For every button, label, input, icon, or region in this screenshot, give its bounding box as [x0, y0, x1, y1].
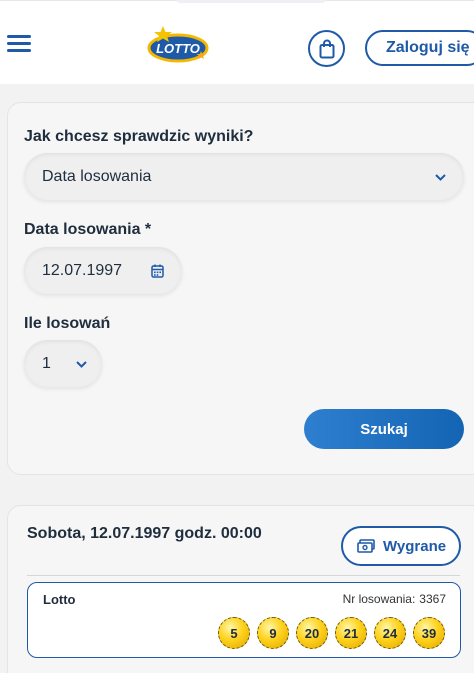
number-ball: 5 [218, 617, 250, 649]
method-select-value: Data losowania [42, 167, 152, 185]
date-input[interactable]: 12.07.1997 [24, 247, 182, 294]
draw-number-value: 3367 [419, 592, 446, 606]
number-ball: 24 [374, 617, 406, 649]
top-bar: LOTTO Zaloguj się [0, 0, 474, 84]
calendar-icon[interactable] [151, 264, 164, 278]
banknote-icon [357, 539, 375, 553]
login-button[interactable]: Zaloguj się [365, 30, 474, 66]
draw-date: Sobota, 12.07.1997 godz. 00:00 [27, 525, 262, 542]
date-input-value: 12.07.1997 [42, 261, 123, 279]
chevron-down-icon [76, 361, 87, 368]
number-ball: 21 [335, 617, 367, 649]
chevron-down-icon [435, 174, 446, 181]
divider [27, 575, 460, 576]
method-label: Jak chcesz sprawdzic wyniki? [24, 128, 254, 145]
drawn-numbers: 5 9 20 21 24 39 [218, 617, 445, 649]
date-label: Data losowania * [24, 221, 152, 238]
wins-button[interactable]: Wygrane [341, 526, 461, 566]
basket-button[interactable] [308, 30, 345, 67]
number-ball: 20 [296, 617, 328, 649]
lotto-logo-icon: LOTTO [147, 26, 209, 63]
search-button[interactable]: Szukaj [304, 409, 464, 449]
status-notch [176, 0, 326, 3]
shopping-bag-icon [319, 39, 334, 58]
count-label: Ile losowań [24, 315, 111, 332]
game-name: Lotto [43, 592, 76, 607]
draw-number: Nr losowania: 3367 [343, 592, 446, 606]
lotto-logo[interactable]: LOTTO [145, 25, 211, 65]
game-result-box[interactable]: Lotto Nr losowania: 3367 5 9 20 21 24 39 [27, 582, 461, 658]
count-select-value: 1 [42, 354, 51, 372]
method-select[interactable]: Data losowania [24, 153, 464, 200]
number-ball: 9 [257, 617, 289, 649]
number-ball: 39 [413, 617, 445, 649]
svg-text:LOTTO: LOTTO [156, 41, 200, 56]
wins-button-label: Wygrane [383, 537, 447, 555]
hamburger-icon[interactable] [7, 35, 31, 55]
draw-number-label: Nr losowania: [342, 592, 416, 606]
count-select[interactable]: 1 [24, 340, 102, 387]
